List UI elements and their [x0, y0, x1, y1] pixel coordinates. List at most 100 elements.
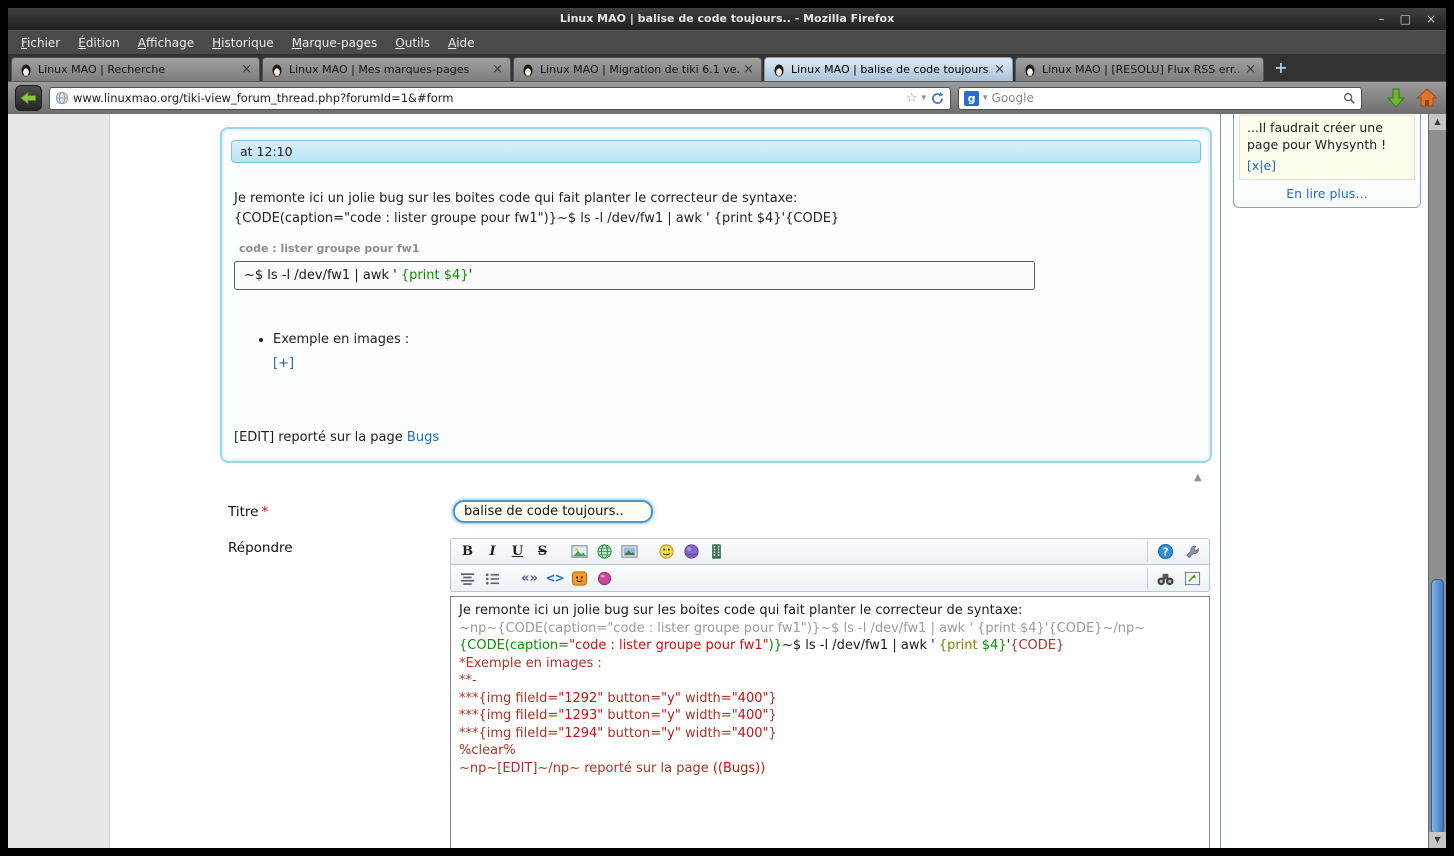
tab-close-icon[interactable]: × — [743, 63, 754, 76]
vertical-scrollbar[interactable]: ▲ ▼ — [1428, 114, 1446, 848]
strikethrough-button[interactable]: S — [531, 541, 554, 562]
menubar-item[interactable]: Historique — [203, 33, 283, 53]
page-left-margin — [8, 114, 110, 848]
browser-window: Linux MAO | balise de code toujours.. - … — [8, 8, 1446, 848]
smiley-icon — [659, 544, 674, 559]
link-globe-icon — [597, 544, 612, 559]
text-segment: )} — [768, 638, 782, 653]
sidebar-action-links[interactable]: [x|e] — [1247, 158, 1276, 173]
url-dropdown-icon[interactable]: ▾ — [921, 93, 926, 103]
tab-close-icon[interactable]: × — [1245, 63, 1256, 76]
menubar-item[interactable]: Fichier — [12, 33, 69, 53]
image-icon — [571, 545, 588, 558]
post-body: Je remonte ici un jolie bug sur les boit… — [222, 163, 1210, 448]
list-icon — [485, 572, 500, 585]
home-button[interactable] — [1415, 86, 1439, 110]
menubar-item[interactable]: Affichage — [129, 33, 203, 53]
search-magnifier-icon[interactable] — [1342, 91, 1356, 105]
editor-line: Je remonte ici un jolie bug sur les boit… — [459, 602, 1201, 620]
close-button[interactable]: × — [1426, 12, 1436, 26]
site-identity-globe-icon[interactable] — [55, 91, 69, 105]
text-segment: {print — [400, 268, 440, 283]
bold-button[interactable]: B — [456, 541, 479, 562]
menubar-item[interactable]: Édition — [69, 33, 129, 53]
text-segment: ' — [468, 268, 473, 283]
browser-tab[interactable]: Linux MAO | balise de code toujours.. × — [764, 57, 1013, 81]
snippet-text-line: ...Il faudrait créer une — [1247, 120, 1383, 135]
text-segment: width= — [680, 725, 732, 741]
toolbar-right-group: ? — [1147, 541, 1204, 562]
insert-link-button[interactable] — [593, 541, 616, 562]
reply-label: Répondre — [228, 540, 293, 556]
collapse-arrow-icon[interactable]: ▲ — [1194, 472, 1202, 483]
browser-tab[interactable]: Linux MAO | Mes marques-pages × — [262, 57, 511, 81]
downloads-button[interactable] — [1384, 86, 1408, 110]
menubar-item[interactable]: Aide — [439, 33, 484, 53]
film-icon — [712, 544, 721, 559]
insert-media-button[interactable] — [705, 541, 728, 562]
plugin-button[interactable] — [593, 568, 616, 589]
tab-label: Linux MAO | Mes marques-pages — [289, 63, 470, 76]
text-segment: "1294" — [558, 725, 604, 741]
tab-label: Linux MAO | [RESOLU] Flux RSS err... — [1042, 63, 1242, 76]
code-block: ~$ ls -l /dev/fw1 | awk ' {print $4}' — [234, 261, 1035, 290]
tab-close-icon[interactable]: × — [241, 63, 252, 76]
minimize-button[interactable]: – — [1379, 12, 1385, 26]
tab-close-icon[interactable]: × — [492, 63, 503, 76]
source-code-button[interactable]: <> — [543, 568, 566, 589]
text-segment: "1292" — [558, 690, 604, 706]
insert-smiley-button[interactable] — [655, 541, 678, 562]
insert-world-button[interactable] — [680, 541, 703, 562]
new-tab-button[interactable]: + — [1268, 58, 1294, 80]
search-engine-dropdown-icon[interactable]: ▾ — [983, 93, 988, 103]
browser-tab[interactable]: Linux MAO | [RESOLU] Flux RSS err... × — [1015, 57, 1264, 81]
menubar-item[interactable]: Marque-pages — [283, 33, 387, 53]
reload-icon[interactable] — [930, 91, 945, 106]
underline-button[interactable]: U — [506, 541, 529, 562]
sidebar-snippet: ...Il faudrait créer une page pour Whysy… — [1239, 115, 1415, 180]
text-segment: **- — [459, 673, 477, 688]
settings-wrench-button[interactable] — [1181, 541, 1204, 562]
emoticons-button[interactable] — [568, 568, 591, 589]
expand-images-link[interactable]: [+] — [273, 356, 294, 371]
text-segment: ~$ ls -l /dev/fw1 | awk ' — [244, 268, 401, 283]
search-bar[interactable]: g ▾ — [958, 86, 1362, 110]
tab-close-icon[interactable]: × — [994, 63, 1005, 76]
text-segment: $4} — [439, 268, 469, 283]
tab-label: Linux MAO | Recherche — [38, 63, 166, 76]
bullet-list-button[interactable] — [481, 568, 504, 589]
url-bar[interactable]: ☆ ▾ — [49, 86, 951, 110]
text-segment: "y" — [661, 725, 681, 741]
insert-image-button[interactable] — [568, 541, 591, 562]
italic-button[interactable]: I — [481, 541, 504, 562]
quote-button[interactable]: «» — [518, 568, 541, 589]
bugs-page-link[interactable]: Bugs — [407, 430, 439, 445]
bookmark-star-icon[interactable]: ☆ — [906, 91, 918, 106]
back-arrow-icon — [19, 91, 36, 105]
insert-slideshow-button[interactable] — [618, 541, 641, 562]
browser-tab[interactable]: Linux MAO | Recherche × — [11, 57, 260, 81]
find-button[interactable] — [1154, 568, 1177, 589]
scroll-up-arrow-icon[interactable]: ▲ — [1429, 114, 1446, 130]
help-button[interactable]: ? — [1154, 541, 1177, 562]
post-text-line: Je remonte ici un jolie bug sur les boit… — [234, 191, 798, 206]
scrollbar-thumb[interactable] — [1431, 579, 1444, 835]
maximize-button[interactable]: □ — [1400, 12, 1411, 26]
reply-textarea[interactable]: Je remonte ici un jolie bug sur les boit… — [450, 596, 1210, 848]
window-title: Linux MAO | balise de code toujours.. - … — [559, 12, 895, 25]
search-input[interactable] — [991, 91, 1338, 105]
read-more-link[interactable]: En lire plus… — [1286, 186, 1368, 201]
align-center-button[interactable] — [456, 568, 479, 589]
url-input[interactable] — [73, 87, 902, 109]
scroll-down-arrow-icon[interactable]: ▼ — [1429, 832, 1446, 848]
italic-glyph: I — [489, 544, 496, 559]
menubar-item[interactable]: Outils — [386, 33, 439, 53]
title-input[interactable] — [453, 500, 653, 523]
text-segment: "400" — [731, 690, 769, 706]
fullscreen-button[interactable] — [1181, 568, 1204, 589]
browser-tab[interactable]: Linux MAO | Migration de tiki 6.1 ve... … — [513, 57, 762, 81]
back-button[interactable] — [15, 85, 42, 111]
text-segment: button= — [603, 708, 662, 723]
home-icon — [1416, 88, 1438, 107]
text-segment: ~np~{CODE(caption="code : lister groupe … — [459, 620, 1146, 636]
